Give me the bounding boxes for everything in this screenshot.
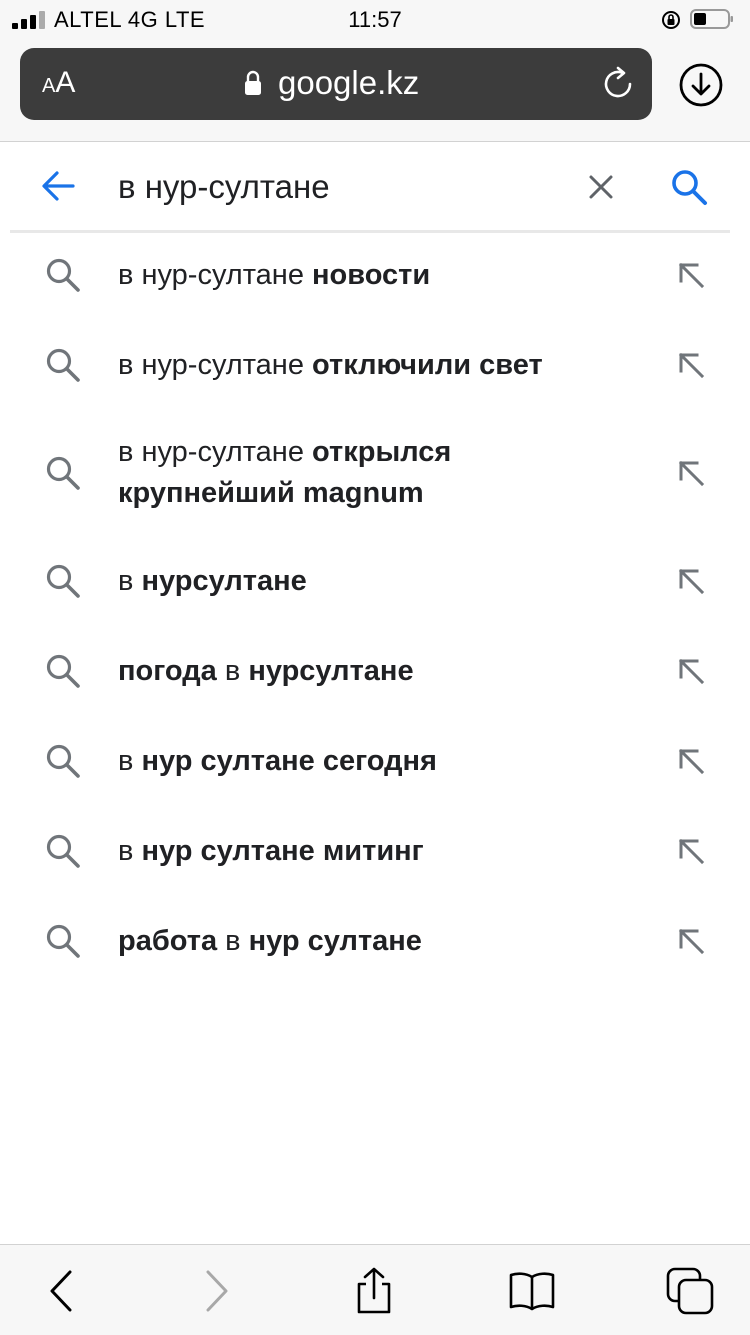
- browser-chrome: ALTEL 4G LTE 11:57 AA google.kz: [0, 0, 750, 142]
- suggestion-plain-part: в нур-султане: [118, 258, 313, 291]
- suggestion-search-icon: [46, 348, 80, 382]
- clear-icon[interactable]: [588, 174, 614, 200]
- search-bar: в нур-султане: [10, 142, 730, 233]
- text-size-button[interactable]: AA: [42, 66, 75, 100]
- suggestion-plain-part: в нур-султане: [118, 436, 313, 468]
- suggestion-text: в нур-султане открылся крупнейший magnum: [118, 432, 628, 514]
- suggestion-plain-part: в нур-султане: [118, 348, 313, 381]
- download-icon[interactable]: [678, 62, 724, 108]
- suggestion-search-icon: [46, 258, 80, 292]
- search-icon[interactable]: [670, 168, 708, 206]
- status-bar: ALTEL 4G LTE 11:57: [0, 0, 750, 40]
- suggestion-text: в нур султане митинг: [118, 831, 628, 872]
- suggestion-text: работа в нур султане: [118, 921, 628, 962]
- back-icon[interactable]: [38, 1267, 86, 1315]
- bottom-toolbar: [0, 1244, 750, 1335]
- fill-query-arrow-icon[interactable]: [674, 564, 708, 598]
- fill-query-arrow-icon[interactable]: [674, 744, 708, 778]
- reload-icon[interactable]: [600, 66, 636, 102]
- fill-query-arrow-icon[interactable]: [674, 834, 708, 868]
- fill-query-arrow-icon[interactable]: [674, 258, 708, 292]
- suggestion-plain-part: в: [118, 744, 142, 777]
- suggestion-plain-part: в: [118, 564, 142, 597]
- suggestion-plain-part: в: [118, 834, 142, 867]
- suggestion-bold-part: нур султане: [248, 924, 422, 957]
- suggestion-text: в нур султане сегодня: [118, 741, 628, 782]
- tabs-icon[interactable]: [666, 1267, 714, 1315]
- forward-icon[interactable]: [192, 1267, 240, 1315]
- suggestion-bold-part: нур султане митинг: [141, 834, 424, 867]
- battery-icon: [690, 9, 733, 29]
- page-domain: google.kz: [278, 64, 420, 101]
- fill-query-arrow-icon[interactable]: [674, 348, 708, 382]
- bookmarks-icon[interactable]: [508, 1267, 556, 1315]
- suggestion-plain-part: в: [216, 654, 249, 687]
- suggestion-text: погода в нурсултане: [118, 651, 628, 692]
- suggestion-bold-part: новости: [312, 258, 431, 291]
- fill-query-arrow-icon[interactable]: [674, 924, 708, 958]
- suggestion-text: в нур-султане отключили свет: [118, 345, 628, 386]
- suggestion-search-icon: [46, 456, 80, 490]
- suggestion-search-icon: [46, 924, 80, 958]
- suggestion-bold-part: нурсултане: [141, 564, 307, 597]
- suggestion-text: в нурсултане: [118, 561, 628, 602]
- orientation-lock-icon: [662, 11, 680, 29]
- suggestion-search-icon: [46, 834, 80, 868]
- suggestion-bold-part: погода: [118, 654, 217, 687]
- suggestion-search-icon: [46, 654, 80, 688]
- suggestion-bold-part: нурсултане: [248, 654, 414, 687]
- suggestion-bold-part: работа: [118, 924, 218, 957]
- suggestion-search-icon: [46, 744, 80, 778]
- share-icon[interactable]: [350, 1267, 398, 1315]
- suggestion-search-icon: [46, 564, 80, 598]
- fill-query-arrow-icon[interactable]: [674, 654, 708, 688]
- suggestion-bold-part: отключили свет: [312, 348, 543, 381]
- back-arrow-icon[interactable]: [40, 170, 76, 202]
- fill-query-arrow-icon[interactable]: [674, 456, 708, 490]
- lock-icon: [245, 70, 261, 95]
- status-time: 11:57: [348, 7, 402, 32]
- suggestion-bold-part: нур султане сегодня: [141, 744, 437, 777]
- suggestion-text: в нур-султане новости: [118, 255, 628, 296]
- search-input[interactable]: в нур-султане: [118, 168, 330, 206]
- suggestion-plain-part: в: [217, 924, 249, 957]
- address-bar[interactable]: AA google.kz: [20, 48, 652, 120]
